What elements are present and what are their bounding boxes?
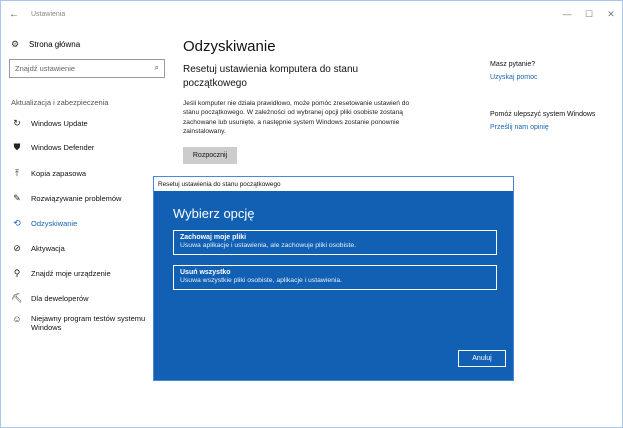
dialog-title-bar: Resetuj ustawienia do stanu początkowego — [154, 177, 513, 191]
window-controls: — ☐ ✕ — [556, 1, 622, 27]
question-label: Masz pytanie? — [490, 61, 536, 68]
sidebar-home[interactable]: ⚙ Strona główna — [11, 39, 80, 50]
sidebar-item-label: Odzyskiwanie — [31, 219, 78, 228]
option-title: Zachowaj moje pliki — [180, 234, 247, 241]
back-arrow-icon[interactable]: ← — [1, 9, 27, 20]
sync-icon: ↻ — [13, 118, 21, 128]
section-description: Jeśli komputer nie działa prawidłowo, mo… — [183, 100, 410, 136]
backup-arrow-icon: ⤒ — [15, 168, 19, 178]
improve-label: Pomóż ulepszyć system Windows — [490, 111, 596, 118]
settings-window: ← Ustawienia — ☐ ✕ ⚙ Strona główna Znajd… — [0, 0, 623, 428]
shield-icon: ⛊ — [13, 142, 21, 152]
sidebar-home-label: Strona główna — [29, 40, 81, 49]
sidebar-item-backup[interactable]: ⤒ Kopia zapasowa — [11, 168, 166, 179]
close-button[interactable]: ✕ — [600, 1, 622, 27]
help-panel: Masz pytanie? Uzyskaj pomoc — [490, 61, 620, 81]
feedback-panel: Pomóż ulepszyć system Windows Prześlij n… — [490, 111, 620, 131]
start-button[interactable]: Rozpocznij — [183, 147, 237, 164]
dialog-window-title: Resetuj ustawienia do stanu początkowego — [158, 180, 281, 188]
window-title: Ustawienia — [31, 10, 66, 18]
sidebar-item-windows-update[interactable]: ↻ Windows Update — [11, 118, 166, 129]
sidebar-item-label: Dla deweloperów — [31, 294, 89, 303]
option-remove-everything[interactable]: Usuń wszystko Usuwa wszystkie pliki osob… — [173, 265, 497, 290]
person-pin-icon: ⚲ — [13, 268, 21, 278]
sidebar-item-label: Znajdź moje urządzenie — [31, 269, 111, 278]
reset-dialog: Resetuj ustawienia do stanu początkowego… — [153, 176, 514, 381]
sidebar-item-insider[interactable]: ☺ Niejawny program testów systemu Window… — [11, 314, 166, 332]
search-icon: ⌕ — [154, 63, 159, 72]
cancel-button[interactable]: Anuluj — [458, 350, 506, 367]
search-placeholder: Znajdź ustawienie — [15, 64, 76, 73]
sidebar-item-label: Aktywacja — [31, 244, 65, 253]
sidebar-item-label: Kopia zapasowa — [31, 169, 87, 178]
sidebar-item-windows-defender[interactable]: ⛊ Windows Defender — [11, 142, 166, 153]
maximize-button[interactable]: ☐ — [578, 1, 600, 27]
option-description: Usuwa wszystkie pliki osobiste, aplikacj… — [180, 277, 343, 284]
sidebar-item-label: Windows Update — [31, 119, 88, 128]
history-icon: ⟲ — [13, 218, 21, 228]
wrench-icon: ✎ — [13, 193, 21, 203]
title-bar: ← Ustawienia — ☐ ✕ — [1, 1, 622, 27]
sidebar-item-label: Rozwiązywanie problemów — [31, 194, 122, 203]
sidebar-item-developers[interactable]: ⛏ Dla deweloperów — [11, 293, 166, 304]
sidebar-item-label: Windows Defender — [31, 143, 95, 152]
search-input[interactable]: Znajdź ustawienie ⌕ — [9, 59, 165, 78]
developer-tools-icon: ⛏ — [11, 293, 23, 303]
insider-icon: ☺ — [12, 314, 22, 324]
sidebar-item-troubleshoot[interactable]: ✎ Rozwiązywanie problemów — [11, 193, 166, 204]
option-description: Usuwa aplikacje i ustawienia, ale zachow… — [180, 242, 357, 249]
sidebar-item-find-device[interactable]: ⚲ Znajdź moje urządzenie — [11, 268, 166, 279]
sidebar-item-activation[interactable]: ⊘ Aktywacja — [11, 243, 166, 254]
sidebar-item-recovery[interactable]: ⟲ Odzyskiwanie — [11, 218, 166, 229]
check-circle-icon: ⊘ — [13, 243, 21, 253]
sidebar-item-label: Niejawny program testów systemu Windows — [31, 314, 146, 332]
gear-icon: ⚙ — [11, 39, 20, 49]
minimize-button[interactable]: — — [556, 1, 578, 27]
section-label: Aktualizacja i zabezpieczenia — [11, 98, 109, 107]
dialog-heading: Wybierz opcję — [173, 206, 255, 221]
option-title: Usuń wszystko — [180, 269, 231, 276]
get-help-link[interactable]: Uzyskaj pomoc — [490, 74, 620, 81]
page-title: Odzyskiwanie — [183, 38, 276, 55]
feedback-link[interactable]: Prześlij nam opinię — [490, 124, 620, 131]
section-subtitle: Resetuj ustawienia komputera do stanu po… — [183, 64, 359, 89]
option-keep-files[interactable]: Zachowaj moje pliki Usuwa aplikacje i us… — [173, 230, 497, 255]
